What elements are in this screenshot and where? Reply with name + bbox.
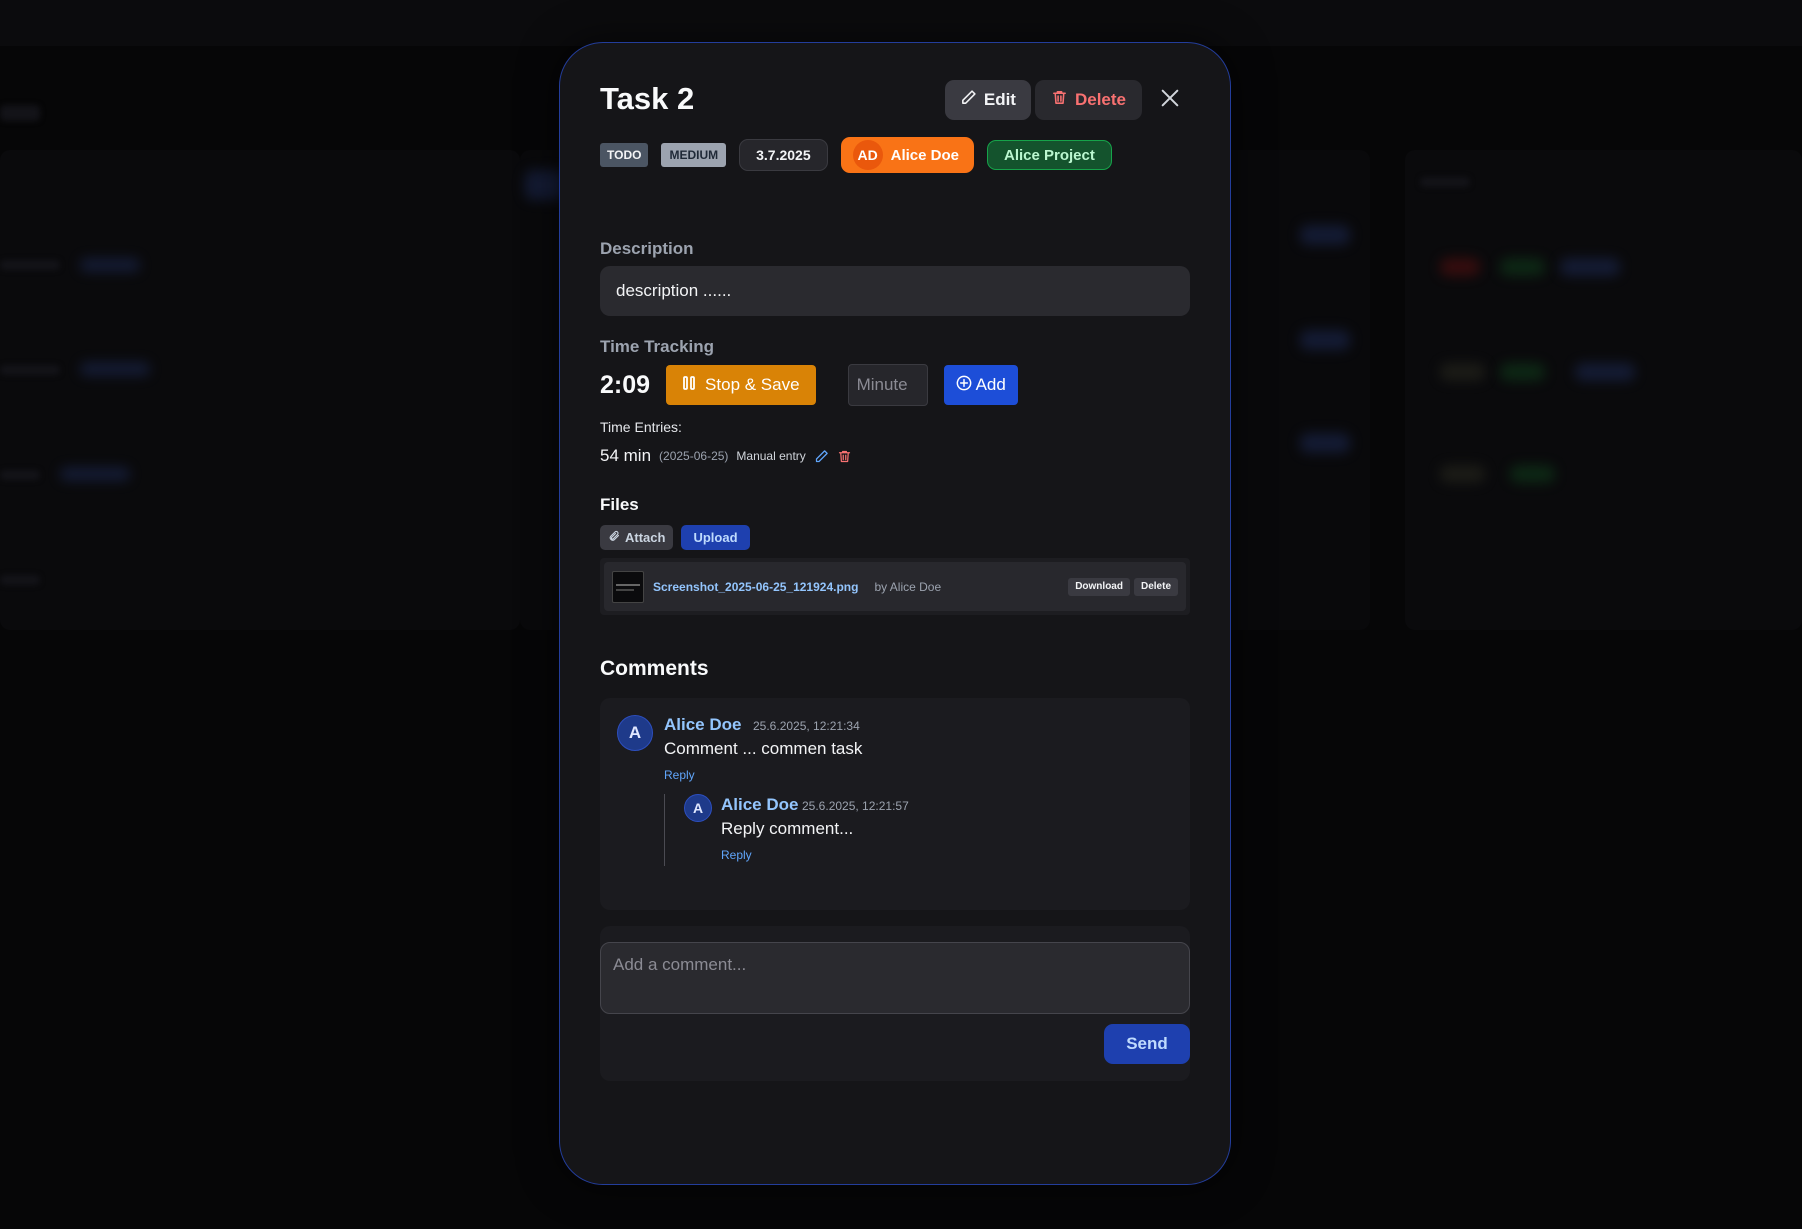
reply-author: Alice Doe [721,795,799,814]
due-date-badge: 3.7.2025 [739,139,828,171]
background-badge [1300,433,1350,453]
background-text [0,470,40,480]
stop-save-button[interactable]: Stop & Save [666,365,816,405]
assignee-badge[interactable]: AD Alice Doe [840,137,974,173]
edit-button-label: Edit [983,90,1016,109]
paperclip-icon [608,530,620,545]
background-badge [1560,258,1620,276]
background-column [0,150,520,630]
add-time-label: Add [975,375,1006,394]
description-text[interactable]: description ...... [600,266,1190,316]
timer-display: 2:09 [600,370,651,399]
header-actions: Edit Delete [944,80,1190,120]
comment-author: Alice Doe [664,715,742,734]
pencil-icon[interactable] [814,449,829,464]
comment-timestamp: 25.6.2025, 12:21:34 [753,719,860,733]
background-badge [1300,330,1350,350]
task-detail-modal: Task 2 Edit Delete TODO MEDIUM 3.7.2025 … [559,42,1231,1185]
files-label: Files [600,495,639,514]
avatar: A [684,794,712,822]
assignee-name: Alice Doe [890,146,959,164]
background-badge [60,467,130,481]
file-name-link[interactable]: Screenshot_2025-06-25_121924.png [653,580,858,594]
avatar: A [617,715,653,751]
close-button[interactable] [1150,80,1190,120]
close-icon [1159,87,1181,114]
background-column [1405,150,1802,630]
time-entry-amount: 54 min [600,446,652,465]
background-text [0,260,60,270]
attach-button[interactable]: Attach [600,525,674,550]
background-text [0,575,40,585]
comment-thread: A Alice Doe 25.6.2025, 12:21:34 Comment … [600,698,1190,910]
reply-text: Reply comment... [721,819,854,838]
background-badge [1440,465,1485,483]
reply-button[interactable]: Reply [721,848,752,862]
plus-circle-icon [956,375,972,396]
pause-icon [682,375,696,396]
task-tags: TODO MEDIUM 3.7.2025 AD Alice Doe Alice … [600,137,1112,173]
comments-title: Comments [600,657,709,680]
background-text [0,365,60,375]
time-entry-note: Manual entry [736,449,806,463]
file-item: Screenshot_2025-06-25_121924.png by Alic… [604,562,1186,611]
task-title: Task 2 [600,81,695,116]
time-tracking-controls: 2:09 Stop & Save Add [600,364,1018,406]
status-badge: TODO [600,143,649,167]
file-uploader: by Alice Doe [874,579,942,594]
download-button[interactable]: Download [1068,577,1130,596]
trash-icon [1051,89,1068,111]
background-badge [1440,363,1485,381]
comment-input[interactable] [600,942,1190,1014]
project-badge[interactable]: Alice Project [986,140,1112,170]
delete-button[interactable]: Delete [1034,80,1142,120]
trash-icon[interactable] [837,449,852,464]
background-badge [80,362,150,376]
background-badge [1500,258,1545,276]
avatar: AD [852,140,883,170]
description-label: Description [600,239,694,258]
pencil-icon [960,89,977,111]
background-badge [80,258,140,272]
stop-save-label: Stop & Save [705,375,800,394]
comment-text: Comment ... commen task [664,739,863,758]
file-actions: Attach Upload [600,525,750,550]
time-entry-date: (2025-06-25) [659,449,729,463]
edit-button[interactable]: Edit [944,80,1031,120]
priority-badge: MEDIUM [661,143,727,167]
background-text [0,105,40,121]
add-time-button[interactable]: Add [943,365,1018,405]
attach-label: Attach [625,530,666,545]
file-delete-button[interactable]: Delete [1133,577,1178,596]
background-badge [1440,258,1480,276]
delete-button-label: Delete [1074,90,1126,109]
upload-button[interactable]: Upload [681,525,750,550]
reply-timestamp: 25.6.2025, 12:21:57 [802,799,909,813]
background-badge [1500,363,1545,381]
time-entry: 54 min (2025-06-25) Manual entry [600,446,852,466]
file-list: Screenshot_2025-06-25_121924.png by Alic… [600,558,1190,615]
minute-input[interactable] [847,364,928,406]
time-tracking-label: Time Tracking [600,337,715,356]
background-topbar [0,0,1802,46]
background-badge [1300,225,1350,245]
add-comment-section: Send [600,926,1190,1081]
background-text [1420,177,1470,187]
reply-button[interactable]: Reply [664,768,695,782]
background-badge [1510,465,1555,483]
time-entries-label: Time Entries: [600,419,682,435]
send-button[interactable]: Send [1104,1024,1190,1064]
file-thumbnail[interactable] [612,570,644,603]
reply-thread-line [664,794,665,866]
background-badge [1575,363,1635,381]
